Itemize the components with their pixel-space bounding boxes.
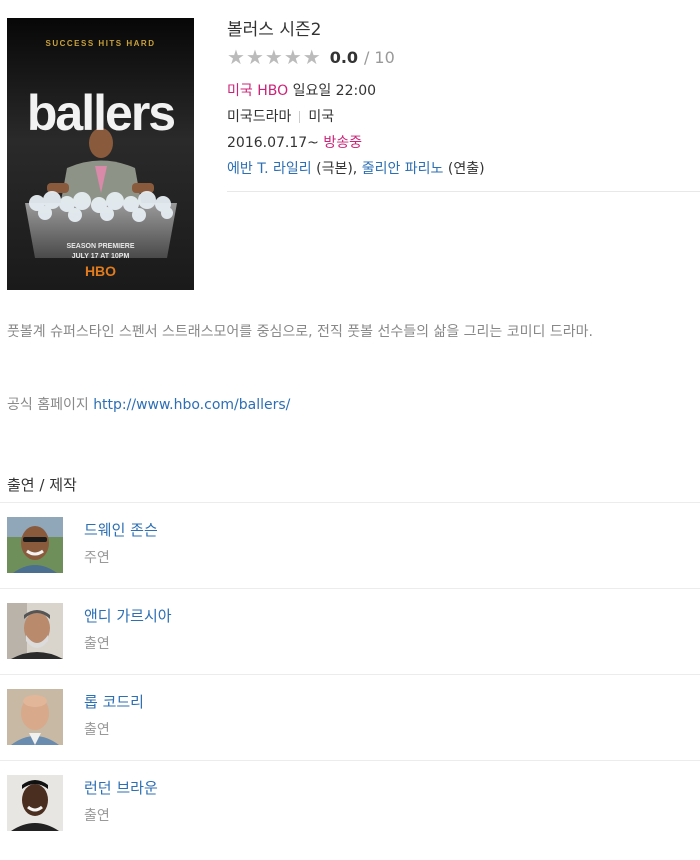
- rating-row: ★ ★ ★ ★ ★ 0.0 / 10: [227, 44, 700, 70]
- cast-photo[interactable]: [7, 517, 63, 573]
- cast-name-link[interactable]: 런던 브라운: [84, 777, 158, 798]
- cast-item[interactable]: 런던 브라운 출연: [0, 761, 700, 847]
- credits-comma: ,: [352, 161, 358, 177]
- avatar: [7, 517, 63, 573]
- cast-item[interactable]: 앤디 가르시아 출연: [0, 589, 700, 675]
- poster-tagline: SUCCESS HITS HARD: [46, 39, 156, 48]
- schedule-text: 일요일 22:00: [292, 83, 377, 99]
- rating-score: 0.0: [329, 47, 359, 67]
- show-title: 볼러스 시즌2: [227, 20, 322, 40]
- writer-link[interactable]: 에반 T. 라일리: [227, 161, 312, 177]
- cast-section-title: 출연 / 제작: [7, 476, 77, 494]
- status-badge: 방송중: [323, 135, 362, 151]
- rating-stars[interactable]: ★ ★ ★ ★ ★: [227, 47, 322, 67]
- avatar: [7, 775, 63, 831]
- poster-premiere-line2: JULY 17 AT 10PM: [72, 253, 130, 260]
- cast-role: 출연: [84, 722, 110, 738]
- credits-line: 에반 T. 라일리 (극본), 줄리안 파리노 (연출): [227, 156, 700, 182]
- star-icon[interactable]: ★: [246, 47, 264, 67]
- cast-role: 출연: [84, 808, 110, 824]
- cast-name-link[interactable]: 드웨인 존슨: [84, 519, 158, 540]
- director-link[interactable]: 줄리안 파리노: [362, 161, 444, 177]
- country-text: 미국: [308, 109, 335, 125]
- star-icon[interactable]: ★: [227, 47, 245, 67]
- cast-photo[interactable]: [7, 775, 63, 831]
- homepage-row: 공식 홈페이지 http://www.hbo.com/ballers/: [7, 394, 290, 416]
- network-link[interactable]: 미국 HBO: [227, 83, 288, 99]
- genre-text: 미국드라마: [227, 109, 292, 125]
- divider: [299, 111, 301, 123]
- info-divider: [227, 191, 700, 192]
- show-poster[interactable]: SUCCESS HITS HARD ballers SEASON PREMIER…: [7, 18, 194, 290]
- poster-hbo-logo: HBO: [85, 263, 116, 279]
- poster-logo: ballers: [27, 85, 174, 141]
- cast-item[interactable]: 드웨인 존슨 주연: [0, 503, 700, 589]
- show-info: 볼러스 시즌2 ★ ★ ★ ★ ★ 0.0 / 10 미국 HBO 일요일 22…: [227, 18, 700, 192]
- poster-premiere-line1: SEASON PREMIERE: [66, 243, 134, 250]
- cast-role: 출연: [84, 636, 110, 652]
- date-line: 2016.07.17~ 방송중: [227, 130, 700, 156]
- genre-line: 미국드라마 미국: [227, 104, 700, 130]
- star-icon[interactable]: ★: [284, 47, 302, 67]
- cast-list: 드웨인 존슨 주연 앤디 가르시아 출연 롭 코드리 출연 런던 브라운 출연: [0, 503, 700, 847]
- homepage-label: 공식 홈페이지: [7, 397, 89, 413]
- poster-art: SUCCESS HITS HARD ballers SEASON PREMIER…: [7, 18, 194, 290]
- show-description: 풋볼계 슈퍼스타인 스펜서 스트래스모어를 중심으로, 전직 풋볼 선수들의 삶…: [7, 324, 593, 340]
- cast-photo[interactable]: [7, 689, 63, 745]
- director-role: (연출): [447, 161, 485, 177]
- avatar: [7, 603, 63, 659]
- star-icon[interactable]: ★: [265, 47, 283, 67]
- cast-role: 주연: [84, 550, 110, 566]
- cast-item[interactable]: 롭 코드리 출연: [0, 675, 700, 761]
- broadcast-line: 미국 HBO 일요일 22:00: [227, 78, 700, 104]
- cast-name-link[interactable]: 앤디 가르시아: [84, 605, 172, 626]
- cast-photo[interactable]: [7, 603, 63, 659]
- air-date: 2016.07.17~: [227, 135, 319, 151]
- rating-separator: /: [364, 47, 370, 67]
- avatar: [7, 689, 63, 745]
- rating-max: 10: [374, 47, 395, 67]
- homepage-link[interactable]: http://www.hbo.com/ballers/: [93, 397, 290, 413]
- cast-name-link[interactable]: 롭 코드리: [84, 691, 144, 712]
- writer-role: (극본): [316, 161, 353, 177]
- star-icon[interactable]: ★: [303, 47, 321, 67]
